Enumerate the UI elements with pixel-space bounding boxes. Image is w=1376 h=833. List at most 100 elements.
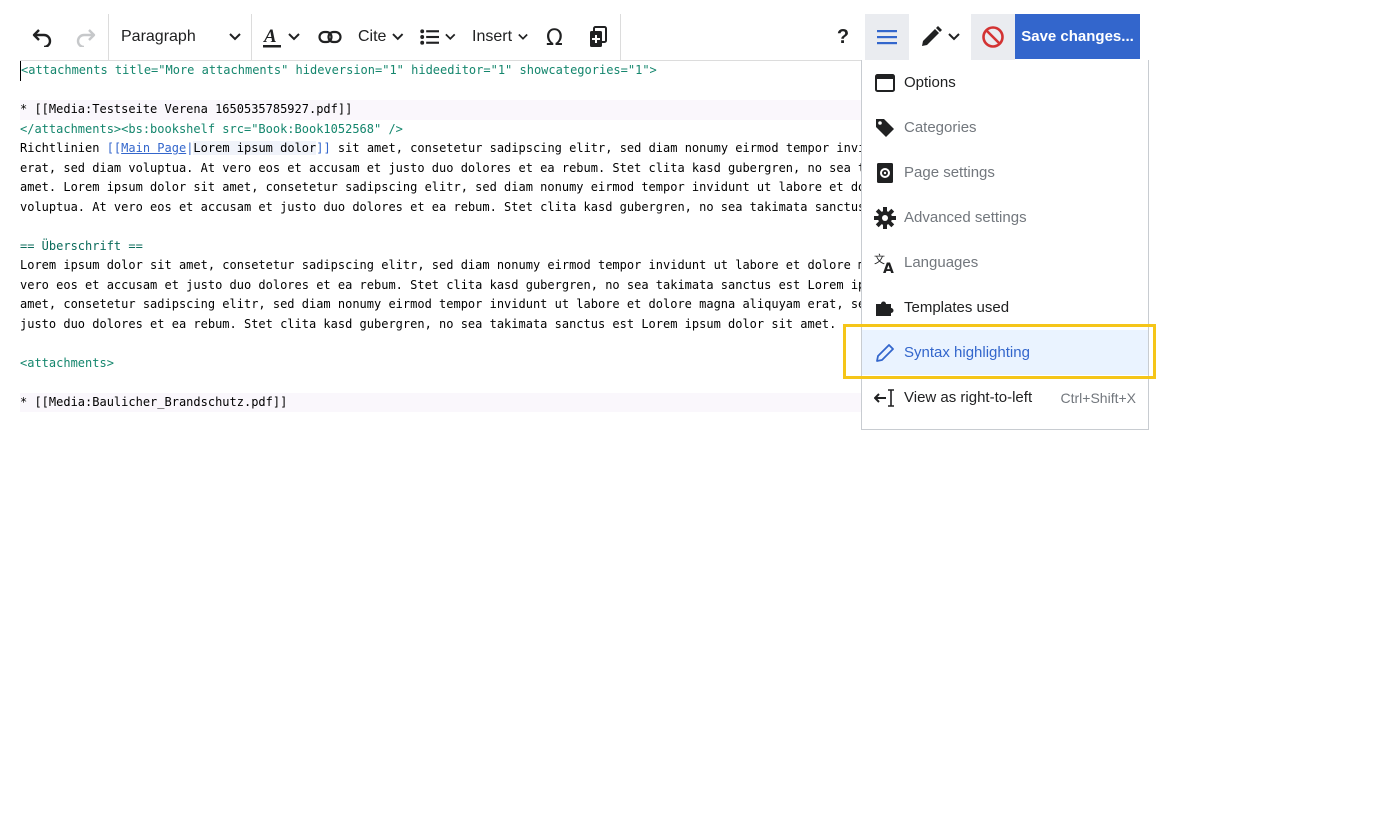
menu-item-label: Syntax highlighting [904,344,1030,361]
pencil-icon [874,342,896,364]
editor-text-segment: </attachments><bs:bookshelf src="Book:Bo… [20,121,403,136]
editor-text-segment: <attachments title="More attachments" hi… [21,63,657,77]
editor-line: justo duo dolores et ea rebum. Stet clit… [20,315,862,335]
chevron-down-icon [288,33,300,41]
menu-item-categories[interactable]: Categories [862,105,1148,150]
paragraph-format-label: Paragraph [121,28,196,45]
chevron-down-icon [445,33,456,41]
editor-line: amet, consetetur sadipscing elitr, sed d… [20,295,862,315]
insert-group: A Cite Insert Ω [252,14,621,60]
page-options-menu-button[interactable] [865,14,909,60]
menu-item-options[interactable]: Options [862,60,1148,105]
menu-item-label: Options [904,74,956,91]
link-button[interactable] [310,14,350,60]
editor-line: vero eos et accusam et justo duo dolores… [20,276,862,296]
list-dropdown[interactable] [412,14,464,60]
menu-item-syntax-highlighting[interactable]: Syntax highlighting [862,330,1148,375]
gear-icon [874,206,896,229]
wikilink-target[interactable]: Main Page [121,141,186,155]
insert-label: Insert [472,28,513,45]
editor-text-segment: Richtlinien [20,141,107,155]
omega-icon: Ω [546,26,563,48]
editor-line: amet. Lorem ipsum dolor sit amet, conset… [20,178,862,198]
editor-text-segment: [[ [106,141,122,155]
page-options-menu: Options Categories Page settings Advanced s… [861,60,1149,430]
cancel-button[interactable] [971,14,1015,60]
chevron-down-icon [229,33,241,41]
redo-button[interactable] [64,14,108,60]
translate-icon: 文A [874,252,896,274]
editor-text-segment: vero eos et accusam et justo duo dolores… [20,277,862,292]
editor-line: erat, sed diam voluptua. At vero eos et … [20,159,862,179]
text-style-icon: A [263,26,281,48]
menu-item-label: Templates used [904,299,1010,316]
help-label: ? [836,25,850,48]
chevron-down-icon [392,33,404,41]
save-changes-button[interactable]: Save changes... [1015,14,1140,59]
editor-toolbar: Paragraph A Cite Insert Ω ? Save changes… [20,14,1140,61]
editor-text-segment: * [[Media:Baulicher_Brandschutz.pdf]] [20,394,288,409]
special-character-button[interactable]: Ω [536,14,576,60]
menu-item-templates-used[interactable]: Templates used [862,285,1148,330]
editor-text-segment: Lorem ipsum dolor [193,141,317,155]
wikitext-editor[interactable]: <attachments title="More attachments" hi… [20,61,862,430]
editor-text-segment: <attachments> [20,355,114,370]
editor-line: <attachments title="More attachments" hi… [20,61,862,81]
menu-item-view-rtl[interactable]: View as right-to-left Ctrl+Shift+X [862,375,1148,420]
puzzle-icon [874,297,896,319]
editor-text-segment: ]] [316,141,331,155]
undo-button[interactable] [20,14,64,60]
toolbar-actions: ? Save changes... [821,14,1140,60]
pencil-icon [922,26,942,46]
menu-item-label: Languages [904,254,979,271]
menu-item-label: Page settings [904,164,995,181]
menu-item-label: View as right-to-left [904,389,1033,406]
chevron-down-icon [948,33,960,41]
editor-line: == Überschrift == [20,237,862,257]
cite-dropdown[interactable]: Cite [350,14,412,60]
cancel-icon [982,26,1004,48]
text-style-dropdown[interactable]: A [252,14,310,60]
editor-text-segment: amet, consetetur sadipscing elitr, sed d… [20,297,862,311]
undo-icon [32,29,52,47]
editor-line: * [[Media:Baulicher_Brandschutz.pdf]] [20,392,862,412]
insert-dropdown[interactable]: Insert [464,14,536,60]
editor-text-segment: justo duo dolores et ea rebum. Stet clit… [20,316,837,331]
menu-item-label: Advanced settings [904,209,1027,226]
templates-button[interactable] [576,14,620,60]
hamburger-icon [877,30,897,45]
bullet-list-icon [420,29,440,45]
editor-line: Lorem ipsum dolor sit amet, consetetur s… [20,256,862,276]
chevron-down-icon [518,33,528,40]
editor-text-segment: == Überschrift == [20,238,143,253]
menu-item-advanced-settings[interactable]: Advanced settings [862,195,1148,240]
rtl-cursor-icon [874,387,896,409]
editor-text-segment: amet. Lorem ipsum dolor sit amet, conset… [20,180,862,194]
cite-label: Cite [358,28,387,45]
svg-text:Ω: Ω [546,26,563,48]
editor-text-segment: * [[Media:Testseite Verena 1650535785927… [20,102,353,116]
editor-text-segment: voluptua. At vero eos et accusam et just… [20,199,862,214]
link-icon [318,30,342,44]
editor-line: Richtlinien [[Main Page|Lorem ipsum dolo… [20,139,862,159]
menu-item-page-settings[interactable]: Page settings [862,150,1148,195]
editor-text-segment: sit amet, consetetur sadipscing elitr, s… [330,141,862,155]
redo-icon [76,29,96,47]
editor-line: * [[Media:Testseite Verena 1650535785927… [20,100,862,120]
keyboard-shortcut: Ctrl+Shift+X [1060,389,1136,406]
page-gear-icon [874,162,896,184]
format-group: Paragraph [109,14,252,60]
menu-item-label: Categories [904,119,977,136]
help-button[interactable]: ? [821,14,865,60]
window-icon [874,72,896,94]
menu-item-languages[interactable]: 文 A Languages [862,240,1148,285]
editor-text-segment: erat, sed diam voluptua. At vero eos et … [20,160,862,175]
paragraph-format-dropdown[interactable]: Paragraph [109,14,251,60]
edit-mode-dropdown[interactable] [909,14,971,60]
tag-icon [874,117,896,139]
